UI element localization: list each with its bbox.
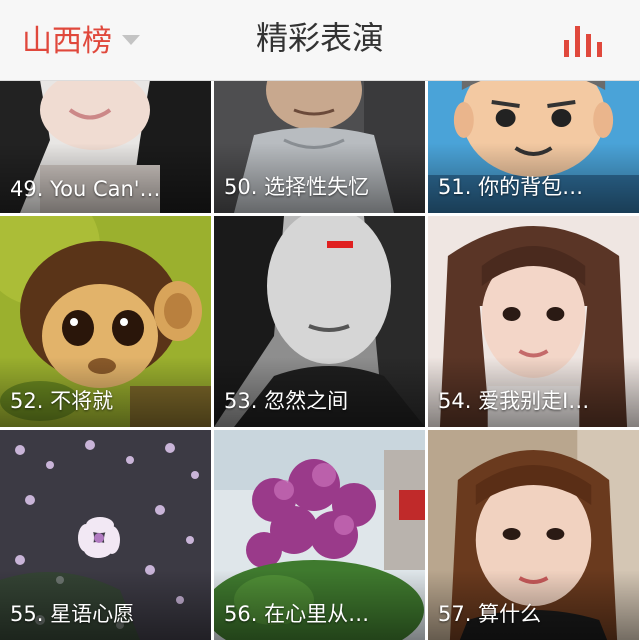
performance-tile[interactable]: 53. 忽然之间 [214, 216, 425, 427]
performance-tile[interactable]: 57. 算什么 [428, 430, 639, 640]
bar-chart-icon [564, 26, 602, 57]
tile-caption: 51. 你的背包… [438, 175, 584, 199]
top-bar: 山西榜 精彩表演 [0, 0, 640, 81]
performance-grid: 49. You Can'… 50. 选择性失忆 51. 你的背包… 52. 不将… [0, 80, 640, 640]
region-selector[interactable]: 山西榜 [22, 16, 140, 60]
tile-caption: 55. 星语心愿 [10, 602, 135, 626]
tile-caption: 57. 算什么 [438, 602, 542, 626]
region-label: 山西榜 [22, 24, 112, 59]
performance-tile[interactable]: 49. You Can'… [0, 80, 211, 213]
performance-tile[interactable]: 52. 不将就 [0, 216, 211, 427]
performance-tile[interactable]: 50. 选择性失忆 [214, 80, 425, 213]
performance-tile[interactable]: 54. 爱我别走I… [428, 216, 639, 427]
performance-tile[interactable]: 51. 你的背包… [428, 80, 639, 213]
tile-caption: 49. You Can'… [10, 177, 161, 201]
chevron-down-icon [122, 35, 140, 45]
chart-button[interactable] [560, 18, 610, 62]
tile-caption: 53. 忽然之间 [224, 389, 349, 413]
tile-caption: 56. 在心里从… [224, 602, 370, 626]
tile-caption: 54. 爱我别走I… [438, 389, 590, 413]
performance-tile[interactable]: 55. 星语心愿 [0, 430, 211, 640]
performance-tile[interactable]: 56. 在心里从… [214, 430, 425, 640]
tile-caption: 52. 不将就 [10, 389, 114, 413]
tile-caption: 50. 选择性失忆 [224, 175, 370, 199]
